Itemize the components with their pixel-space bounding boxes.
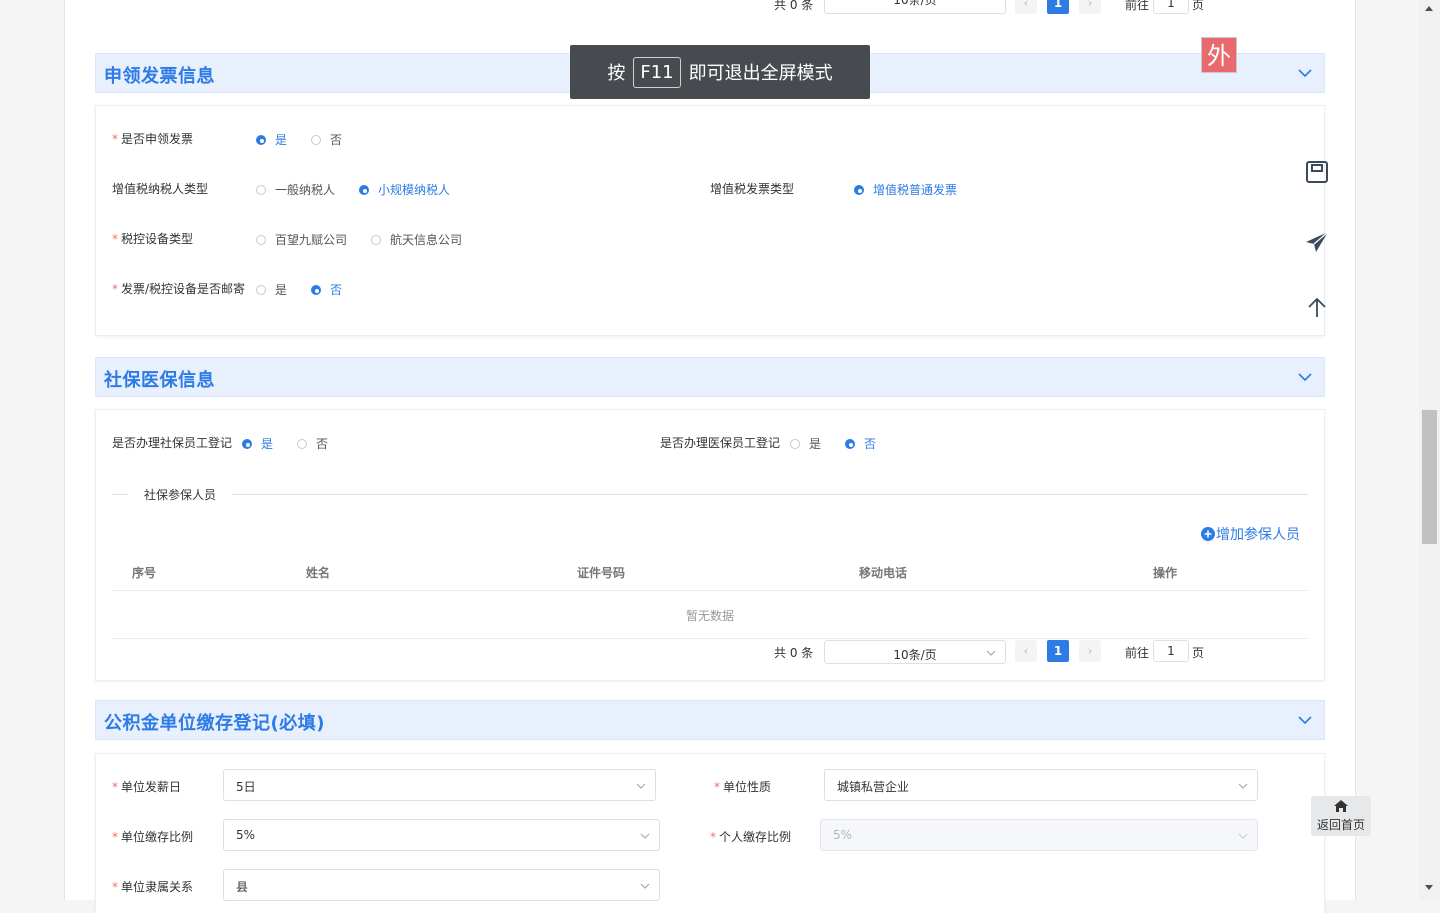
scroll-down-icon[interactable] — [1424, 884, 1434, 892]
chevron-down-icon — [1238, 783, 1248, 789]
mail-label: * 发票/税控设备是否邮寄 — [112, 282, 246, 296]
top-next-page-button[interactable]: › — [1079, 0, 1101, 14]
unit-ratio-label: * 单位缴存比例 — [112, 830, 194, 844]
social-section-title: 社保医保信息 — [104, 370, 215, 391]
affiliation-select[interactable]: 县 — [223, 869, 660, 901]
col-name-header: 姓名 — [306, 566, 331, 580]
home-button[interactable]: 返回首页 — [1311, 796, 1371, 836]
mail-yes-radio[interactable]: 是 — [256, 281, 287, 298]
current-page[interactable]: 1 — [1047, 640, 1069, 662]
pay-day-select[interactable]: 5日 — [223, 769, 656, 801]
chevron-down-icon[interactable] — [1296, 368, 1314, 386]
chevron-down-icon — [636, 783, 646, 789]
unit-nature-select[interactable]: 城镇私营企业 — [824, 769, 1258, 801]
f11-key: F11 — [633, 56, 681, 88]
send-icon[interactable] — [1304, 229, 1330, 255]
top-current-page[interactable]: 1 — [1047, 0, 1069, 14]
invoice-type-label: 增值税发票类型 — [710, 182, 795, 196]
personal-ratio-select: 5% — [820, 819, 1258, 851]
divider-line-left — [112, 494, 128, 495]
top-page-suffix: 页 — [1192, 0, 1205, 12]
scrollbar-thumb[interactable] — [1422, 410, 1437, 544]
fund-card: * 单位发薪日 5日 * 单位性质 城镇私营企业 * 单位缴存比例 5% * 个人缴存比… — [95, 753, 1325, 913]
fund-section-title: 公积金单位缴存登记(必填) — [104, 713, 325, 734]
goto-page-input[interactable]: 1 — [1153, 640, 1189, 662]
unit-ratio-select[interactable]: 5% — [223, 819, 660, 851]
personal-ratio-label: * 个人缴存比例 — [710, 830, 792, 844]
invoice-type-normal-radio[interactable]: 增值税普通发票 — [854, 181, 957, 198]
apply-invoice-no-radio[interactable]: 否 — [311, 131, 342, 148]
insured-table-body: 暂无数据 — [112, 591, 1308, 639]
invoice-section-title: 申领发票信息 — [104, 66, 215, 87]
chevron-down-icon[interactable] — [1296, 64, 1314, 82]
col-index-header: 序号 — [132, 566, 157, 580]
chevron-down-icon — [1238, 833, 1248, 839]
unit-nature-label: * 单位性质 — [714, 780, 772, 794]
goto-label: 前往 — [1125, 646, 1150, 660]
home-icon — [1334, 800, 1348, 812]
insured-divider-label: 社保参保人员 — [144, 488, 217, 502]
device-baiwang-radio[interactable]: 百望九赋公司 — [256, 231, 347, 248]
social-section-header[interactable]: 社保医保信息 — [95, 357, 1325, 397]
medical-register-yes-radio[interactable]: 是 — [790, 435, 821, 452]
vertical-scrollbar[interactable] — [1419, 0, 1440, 900]
social-register-label: 是否办理社保员工登记 — [112, 436, 233, 450]
top-goto-input[interactable]: 1 — [1153, 0, 1189, 14]
next-page-button[interactable]: › — [1079, 640, 1101, 662]
pay-day-label: * 单位发薪日 — [112, 780, 182, 794]
affiliation-label: * 单位隶属关系 — [112, 880, 194, 894]
col-id-header: 证件号码 — [577, 566, 626, 580]
device-hangtian-radio[interactable]: 航天信息公司 — [371, 231, 462, 248]
chevron-down-icon — [640, 883, 650, 889]
social-total: 共 0 条 — [774, 646, 814, 660]
plus-circle-icon — [1201, 527, 1215, 541]
chevron-down-icon — [986, 650, 996, 656]
prev-page-button[interactable]: ‹ — [1015, 640, 1037, 662]
top-page-size-select[interactable]: 10条/页 — [824, 0, 1006, 14]
add-insured-button[interactable]: 增加参保人员 — [1201, 524, 1300, 544]
table-empty-text: 暂无数据 — [686, 609, 735, 623]
apply-invoice-yes-radio[interactable]: 是 — [256, 131, 287, 148]
home-button-label: 返回首页 — [1316, 818, 1365, 832]
medical-register-no-radio[interactable]: 否 — [845, 435, 876, 452]
medical-register-label: 是否办理医保员工登记 — [660, 436, 781, 450]
top-total: 共 0 条 — [774, 0, 814, 12]
col-action-header: 操作 — [1153, 566, 1178, 580]
social-page-size-select[interactable]: 10条/页 — [824, 640, 1006, 664]
social-register-no-radio[interactable]: 否 — [297, 435, 328, 452]
divider-line-right — [232, 494, 1308, 495]
apply-invoice-label: * 是否申领发票 — [112, 132, 194, 146]
insured-table-header: 序号 姓名 证件号码 移动电话 操作 — [112, 554, 1308, 591]
page-suffix: 页 — [1192, 646, 1205, 660]
chevron-down-icon — [640, 833, 650, 839]
invoice-card: * 是否申领发票 是 否 增值税纳税人类型 一般纳税人 小规模纳税人 增值税发票类… — [95, 105, 1325, 336]
mail-no-radio[interactable]: 否 — [311, 281, 342, 298]
social-register-yes-radio[interactable]: 是 — [242, 435, 273, 452]
taxpayer-small-radio[interactable]: 小规模纳税人 — [359, 181, 450, 198]
fullscreen-toast: 按 F11 即可退出全屏模式 — [570, 45, 870, 99]
external-badge[interactable]: 外 — [1201, 37, 1237, 73]
chevron-down-icon[interactable] — [1296, 711, 1314, 729]
fund-section-header[interactable]: 公积金单位缴存登记(必填) — [95, 700, 1325, 740]
arrow-up-icon[interactable] — [1304, 295, 1330, 321]
scroll-up-icon[interactable] — [1424, 4, 1434, 12]
top-goto-label: 前往 — [1125, 0, 1150, 12]
device-type-label: * 税控设备类型 — [112, 232, 194, 246]
top-prev-page-button[interactable]: ‹ — [1015, 0, 1037, 14]
taxpayer-general-radio[interactable]: 一般纳税人 — [256, 181, 335, 198]
taxpayer-type-label: 增值税纳税人类型 — [112, 182, 209, 196]
save-icon[interactable] — [1304, 159, 1330, 185]
social-card: 是否办理社保员工登记 是 否 是否办理医保员工登记 是 否 社保参保人员 增加参… — [95, 409, 1325, 681]
col-phone-header: 移动电话 — [859, 566, 908, 580]
